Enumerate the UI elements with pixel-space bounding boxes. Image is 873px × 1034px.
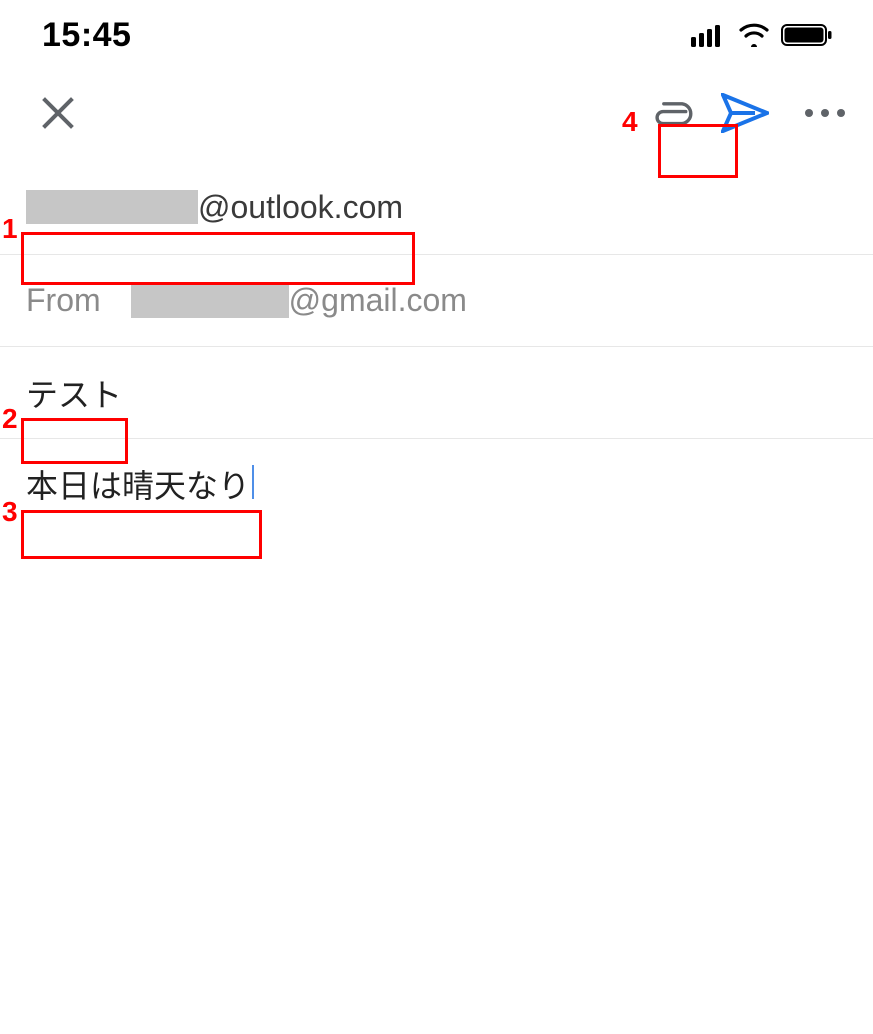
annotation-number-3: 3 xyxy=(2,498,18,526)
to-field[interactable]: @outlook.com xyxy=(26,189,403,226)
from-field[interactable]: @gmail.com xyxy=(131,282,467,319)
text-cursor xyxy=(252,465,254,499)
compose-toolbar xyxy=(0,70,873,160)
close-icon xyxy=(40,95,76,136)
annotation-number-4: 4 xyxy=(622,108,638,136)
subject-input[interactable]: テスト xyxy=(26,370,122,416)
from-sender-redacted xyxy=(131,284,289,318)
to-recipient-domain: @outlook.com xyxy=(198,189,403,226)
more-horizontal-icon xyxy=(803,106,847,124)
body-text-content: 本日は晴天なり xyxy=(26,468,250,504)
cellular-signal-icon xyxy=(691,23,727,47)
annotation-number-1: 1 xyxy=(2,215,18,243)
from-label: From xyxy=(26,282,101,319)
paperclip-icon xyxy=(651,91,695,140)
status-bar: 15:45 xyxy=(0,0,873,70)
more-options-button[interactable] xyxy=(795,85,855,145)
from-sender-domain: @gmail.com xyxy=(289,282,467,319)
to-field-row[interactable]: @outlook.com xyxy=(0,160,873,255)
annotation-number-2: 2 xyxy=(2,405,18,433)
body-field-row[interactable]: 本日は晴天なり xyxy=(0,439,873,529)
send-icon xyxy=(721,93,769,138)
from-field-row[interactable]: From @gmail.com xyxy=(0,255,873,347)
send-button[interactable] xyxy=(715,85,775,145)
close-button[interactable] xyxy=(34,91,82,139)
to-recipient-redacted xyxy=(26,190,198,224)
attach-button[interactable] xyxy=(643,85,703,145)
subject-field-row[interactable]: テスト xyxy=(0,347,873,439)
status-indicators xyxy=(691,23,833,47)
body-textarea[interactable]: 本日は晴天なり xyxy=(26,461,254,507)
status-time: 15:45 xyxy=(42,16,131,55)
wifi-icon xyxy=(737,23,771,47)
battery-icon xyxy=(781,23,833,47)
